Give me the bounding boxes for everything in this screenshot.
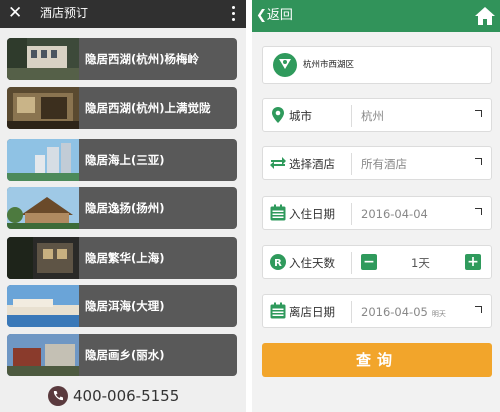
- page-title: 酒店预订: [40, 6, 89, 20]
- hotel-name: 隐居逸扬(扬州): [85, 201, 165, 215]
- checkout-value-group: 2016-04-05 明天: [361, 304, 446, 322]
- hotel-thumbnail: [7, 187, 79, 229]
- divider: [351, 252, 352, 274]
- hotel-name: 隐居西湖(杭州)杨梅岭: [85, 52, 200, 66]
- checkout-relative-label: 明天: [431, 310, 446, 318]
- list-item[interactable]: 隐居繁华(上海): [7, 237, 237, 279]
- hotel-thumbnail: [7, 285, 79, 327]
- checkin-value: 2016-04-04: [361, 207, 428, 221]
- list-item[interactable]: 隐居西湖(杭州)杨梅岭: [7, 38, 237, 80]
- checkout-label: 离店日期: [289, 305, 335, 319]
- hotel-thumbnail: [7, 334, 79, 376]
- hotel-list-screen: 隐居西湖(杭州)杨梅岭 隐居西湖(杭州)上满觉陇 隐居海上(三亚) 隐居逸扬(扬…: [0, 0, 246, 412]
- list-item[interactable]: 隐居画乡(丽水): [7, 334, 237, 376]
- hotel-thumbnail: [7, 87, 79, 129]
- brand-logo-icon: [273, 53, 297, 77]
- location-card[interactable]: 杭州市西湖区: [262, 46, 492, 84]
- hotel-name: 隐居画乡(丽水): [85, 348, 165, 362]
- nights-value: 1天: [411, 256, 430, 270]
- r-badge-icon: R: [269, 253, 287, 271]
- phone-number[interactable]: 400-006-5155: [73, 386, 179, 406]
- list-item[interactable]: 隐居海上(三亚): [7, 139, 237, 181]
- switch-arrows-icon: [269, 154, 287, 172]
- hotel-select-field[interactable]: 选择酒店 所有酒店: [262, 146, 492, 180]
- checkout-value: 2016-04-05: [361, 305, 428, 319]
- list-item[interactable]: 隐居逸扬(扬州): [7, 187, 237, 229]
- hotel-label: 选择酒店: [289, 157, 335, 171]
- more-icon[interactable]: [232, 3, 236, 23]
- location-label: 杭州市西湖区: [303, 60, 355, 70]
- hotel-thumbnail: [7, 237, 79, 279]
- screen: 隐居西湖(杭州)杨梅岭 隐居西湖(杭州)上满觉陇 隐居海上(三亚) 隐居逸扬(扬…: [0, 0, 500, 412]
- city-field[interactable]: 城市 杭州: [262, 98, 492, 132]
- contact-footer: 400-006-5155: [0, 380, 246, 412]
- divider: [351, 203, 352, 225]
- corner-arrow-icon: [475, 208, 482, 215]
- nights-field: R 入住天数 − 1天 +: [262, 245, 492, 279]
- increase-nights-button[interactable]: +: [465, 254, 481, 270]
- close-icon[interactable]: ✕: [8, 3, 22, 23]
- list-item[interactable]: 隐居洱海(大理): [7, 285, 237, 327]
- app-header: ❮返回: [252, 0, 500, 32]
- checkout-date-field[interactable]: 离店日期 2016-04-05 明天: [262, 294, 492, 328]
- divider: [351, 301, 352, 323]
- nights-label: 入住天数: [289, 256, 335, 270]
- calendar-icon: [269, 302, 287, 320]
- divider: [351, 153, 352, 175]
- calendar-icon: [269, 204, 287, 222]
- location-pin-icon: [269, 106, 287, 124]
- hotel-name: 隐居西湖(杭州)上满觉陇: [85, 101, 211, 115]
- svg-text:R: R: [274, 258, 282, 269]
- city-label: 城市: [289, 109, 312, 123]
- hotel-name: 隐居洱海(大理): [85, 299, 165, 313]
- booking-form-screen: ❮返回 杭州市西湖区 城市 杭州 选择酒店 所有酒店 入住日期 2016-04-…: [246, 0, 500, 412]
- home-icon[interactable]: [474, 6, 496, 26]
- decrease-nights-button[interactable]: −: [361, 254, 377, 270]
- hotel-name: 隐居繁华(上海): [85, 251, 165, 265]
- hotel-thumbnail: [7, 139, 79, 181]
- divider: [351, 105, 352, 127]
- corner-arrow-icon: [475, 110, 482, 117]
- checkin-date-field[interactable]: 入住日期 2016-04-04: [262, 196, 492, 230]
- hotel-thumbnail: [7, 38, 79, 80]
- checkin-label: 入住日期: [289, 207, 335, 221]
- back-button[interactable]: ❮返回: [256, 8, 293, 24]
- city-value: 杭州: [361, 109, 384, 123]
- back-label: 返回: [266, 8, 293, 23]
- hotel-value: 所有酒店: [361, 157, 407, 171]
- list-item[interactable]: 隐居西湖(杭州)上满觉陇: [7, 87, 237, 129]
- app-header: ✕ 酒店预订: [0, 0, 246, 28]
- corner-arrow-icon: [475, 158, 482, 165]
- phone-icon[interactable]: [48, 386, 68, 406]
- hotel-name: 隐居海上(三亚): [85, 153, 165, 167]
- corner-arrow-icon: [475, 306, 482, 313]
- search-button[interactable]: 查询: [262, 343, 492, 377]
